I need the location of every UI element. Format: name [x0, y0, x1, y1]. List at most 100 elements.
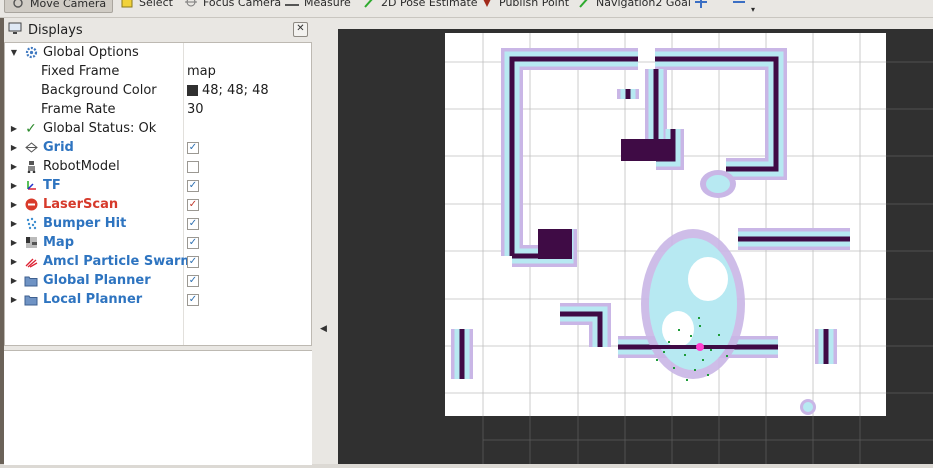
display-label: Grid: [43, 140, 74, 155]
property-value: 48; 48; 48: [202, 83, 269, 98]
property-value[interactable]: map: [187, 64, 216, 79]
focus-camera-icon: [184, 0, 198, 9]
tool-navigation2-goal[interactable]: Navigation2 Goal: [577, 0, 691, 11]
enable-checkbox[interactable]: [187, 160, 199, 173]
panel-title: Displays: [28, 22, 83, 38]
folder-icon: [24, 274, 38, 288]
expand-arrow-icon[interactable]: ▶: [9, 295, 19, 304]
close-panel-button[interactable]: ✕: [293, 22, 308, 37]
tool-focus-camera[interactable]: Focus Camera: [184, 0, 281, 11]
tree-label: Global Status: Ok: [43, 121, 157, 136]
display-item-bumper-hit[interactable]: ▶ Bumper Hit ✓: [5, 214, 311, 233]
display-label: TF: [43, 178, 61, 193]
display-item-laserscan[interactable]: ▶ LaserScan ✓: [5, 195, 311, 214]
display-label: RobotModel: [43, 159, 120, 174]
tool-publish-point[interactable]: Publish Point: [480, 0, 569, 11]
view-top-border: [338, 18, 933, 29]
render-view[interactable]: [338, 29, 933, 464]
displays-panel: Displays ✕ ▼ Global Options Fixed Frame …: [4, 18, 312, 465]
tool-label: Measure: [304, 0, 351, 9]
expand-arrow-icon[interactable]: ▶: [9, 276, 19, 285]
error-icon: [24, 198, 38, 212]
display-label: Local Planner: [43, 292, 143, 307]
expand-arrow-icon[interactable]: ▶: [9, 124, 19, 133]
color-value[interactable]: 48; 48; 48: [187, 83, 269, 98]
enable-checkbox[interactable]: ✓: [187, 179, 199, 192]
robot-marker: [696, 343, 704, 351]
enable-checkbox[interactable]: ✓: [187, 274, 199, 287]
displays-tree: ▼ Global Options Fixed Frame map Backgro…: [4, 42, 312, 346]
particle-swarm-icon: [24, 255, 38, 269]
expand-arrow-icon[interactable]: ▼: [9, 48, 19, 57]
plus-icon: [694, 0, 708, 9]
map-canvas[interactable]: [338, 29, 933, 464]
enable-checkbox[interactable]: ✓: [187, 217, 199, 230]
expand-arrow-icon[interactable]: ▶: [9, 181, 19, 190]
measure-icon: [285, 0, 299, 9]
property-value[interactable]: 30: [187, 102, 204, 117]
enable-checkbox[interactable]: ✓: [187, 141, 199, 154]
expand-arrow-icon[interactable]: ▶: [9, 257, 19, 266]
expand-arrow-icon[interactable]: ▶: [9, 238, 19, 247]
checkmark-icon: ✓: [25, 120, 37, 137]
tool-2d-pose-estimate[interactable]: 2D Pose Estimate: [362, 0, 478, 11]
bumper-hit-icon: [24, 217, 38, 231]
display-item-map[interactable]: ▶ Map ✓: [5, 233, 311, 252]
tool-label: Publish Point: [499, 0, 570, 9]
enable-checkbox[interactable]: ✓: [187, 255, 199, 268]
display-label: Bumper Hit: [43, 216, 127, 231]
remove-tool-button[interactable]: ▾: [732, 0, 756, 14]
chevron-down-icon: ▾: [751, 4, 756, 14]
display-label: Map: [43, 235, 75, 250]
nav-goal-icon: [577, 0, 591, 9]
display-label: Amcl Particle Swarm: [43, 254, 194, 269]
monitor-icon: [8, 22, 22, 39]
tree-row-global-status[interactable]: ▶ ✓ Global Status: Ok: [5, 119, 311, 138]
tree-row-global-options[interactable]: ▼ Global Options: [5, 43, 311, 62]
enable-checkbox[interactable]: ✓: [187, 293, 199, 306]
property-label: Frame Rate: [41, 102, 116, 117]
tool-measure[interactable]: Measure: [285, 0, 351, 11]
tool-move-camera[interactable]: Move Camera: [4, 0, 114, 13]
expand-arrow-icon[interactable]: ▶: [9, 219, 19, 228]
property-label: Background Color: [41, 83, 157, 98]
display-item-global-planner[interactable]: ▶ Global Planner ✓: [5, 271, 311, 290]
display-item-grid[interactable]: ▶ Grid ✓: [5, 138, 311, 157]
expand-arrow-icon[interactable]: ▶: [9, 162, 19, 171]
enable-checkbox[interactable]: ✓: [187, 198, 199, 211]
display-item-local-planner[interactable]: ▶ Local Planner ✓: [5, 290, 311, 309]
expand-arrow-icon[interactable]: ▶: [9, 143, 19, 152]
minus-icon: [732, 0, 746, 9]
collapse-arrow-icon[interactable]: ◀: [320, 324, 327, 334]
map-icon: [24, 236, 38, 250]
select-icon: [120, 0, 134, 9]
tool-label: 2D Pose Estimate: [381, 0, 478, 9]
folder-icon: [24, 293, 38, 307]
enable-checkbox[interactable]: ✓: [187, 236, 199, 249]
wall-block: [538, 229, 572, 259]
grid-icon: [24, 141, 38, 155]
tree-row-fixed-frame[interactable]: Fixed Frame map: [5, 62, 311, 81]
expand-arrow-icon[interactable]: ▶: [9, 200, 19, 209]
display-label: LaserScan: [43, 197, 119, 212]
display-item-tf[interactable]: ▶ TF ✓: [5, 176, 311, 195]
display-item-amcl-particle-swarm[interactable]: ▶ Amcl Particle Swarm ✓: [5, 252, 311, 271]
wall-block: [621, 139, 671, 161]
color-swatch: [187, 85, 198, 96]
publish-point-icon: [480, 0, 494, 9]
tree-row-background-color[interactable]: Background Color 48; 48; 48: [5, 81, 311, 100]
display-item-robotmodel[interactable]: ▶ RobotModel: [5, 157, 311, 176]
move-camera-icon: [11, 0, 25, 10]
tree-row-frame-rate[interactable]: Frame Rate 30: [5, 100, 311, 119]
tool-label: Focus Camera: [203, 0, 282, 9]
display-label: Global Planner: [43, 273, 151, 288]
tool-label: Navigation2 Goal: [596, 0, 691, 9]
displays-title-bar: Displays ✕: [4, 18, 312, 42]
tool-label: Select: [139, 0, 173, 9]
panel-splitter[interactable]: ◀: [312, 18, 338, 464]
tool-select[interactable]: Select: [120, 0, 173, 11]
display-description-area: [4, 350, 312, 465]
tool-label: Move Camera: [30, 0, 107, 10]
tree-label: Global Options: [43, 45, 139, 60]
add-tool-button[interactable]: [694, 0, 708, 11]
